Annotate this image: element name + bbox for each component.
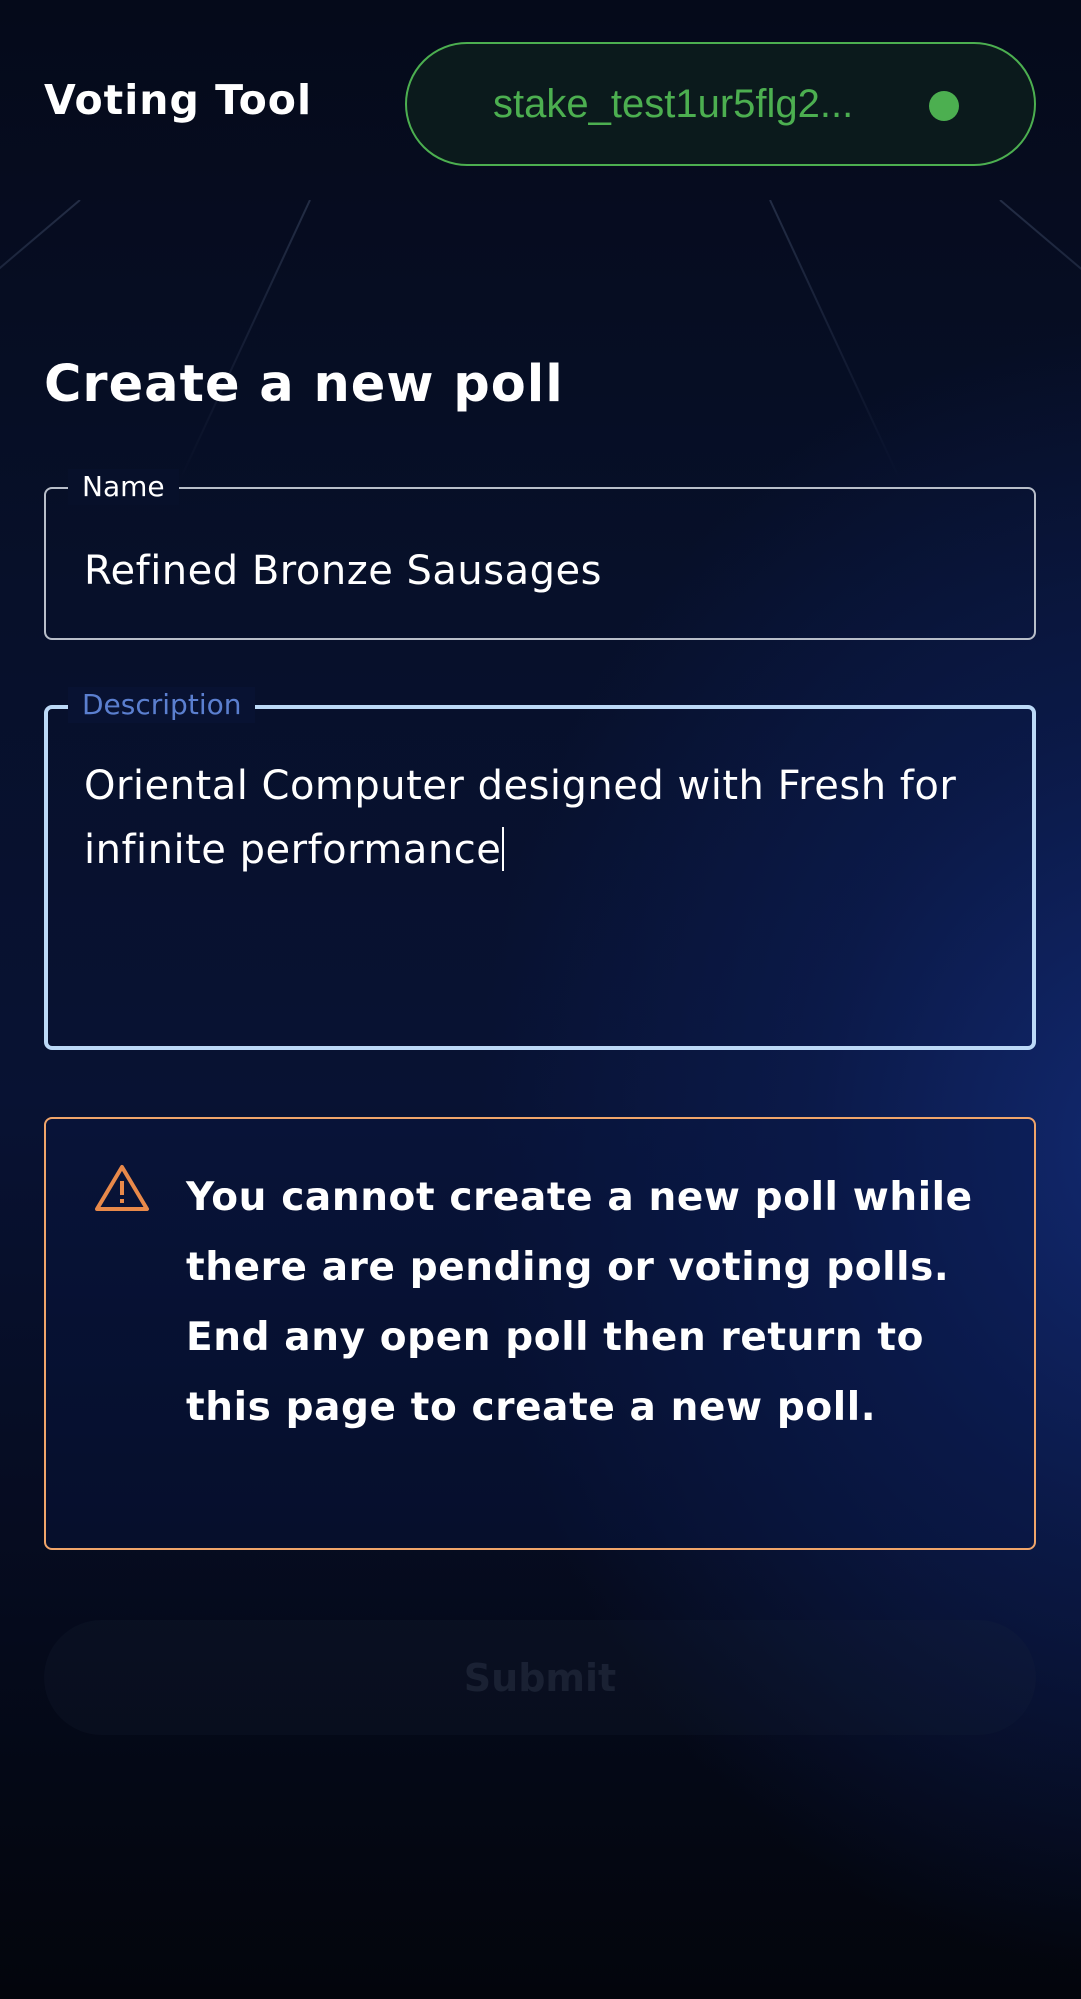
description-textarea[interactable]: Oriental Computer designed with Fresh fo… — [84, 754, 1002, 882]
name-field-label: Name — [68, 469, 179, 505]
grid-line — [0, 200, 81, 270]
grid-line — [999, 200, 1081, 271]
wallet-button[interactable]: stake_test1ur5flg2... — [405, 42, 1036, 166]
description-text: Oriental Computer designed with Fresh fo… — [84, 763, 957, 873]
grid-line — [769, 200, 901, 480]
connection-status-dot — [929, 91, 959, 121]
text-caret — [502, 827, 505, 871]
app-title: Voting Tool — [44, 76, 313, 124]
background-grid — [0, 200, 1081, 480]
name-field[interactable]: Name Refined Bronze Sausages — [44, 469, 1036, 640]
page-title: Create a new poll — [44, 355, 564, 414]
wallet-address: stake_test1ur5flg2... — [493, 82, 854, 126]
description-field-label: Description — [68, 687, 256, 723]
grid-line — [179, 200, 311, 480]
submit-button[interactable]: Submit — [44, 1620, 1036, 1735]
name-input[interactable]: Refined Bronze Sausages — [84, 539, 1004, 603]
warning-triangle-icon — [95, 1165, 149, 1211]
warning-message: You cannot create a new poll while there… — [186, 1175, 973, 1430]
description-field[interactable]: Description Oriental Computer designed w… — [44, 687, 1036, 1050]
warning-alert: You cannot create a new poll while there… — [44, 1117, 1036, 1550]
